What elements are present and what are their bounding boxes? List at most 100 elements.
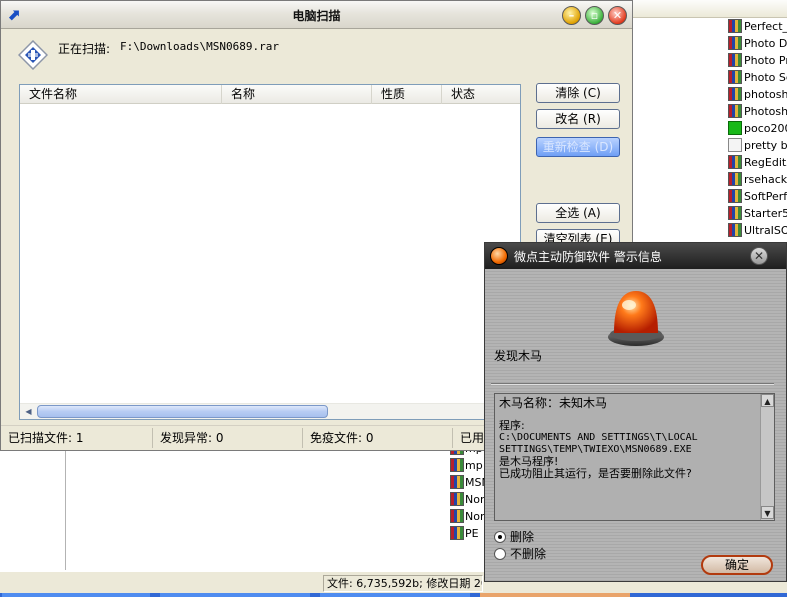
rename-button[interactable]: 改名 (R) xyxy=(536,109,620,129)
alert-details-content: 木马名称：未知木马 程序: C:\DOCUMENTS AND SETTINGS\… xyxy=(499,396,759,480)
column-header-status[interactable]: 状态 xyxy=(442,85,520,104)
alert-titlebar[interactable]: 微点主动防御软件 警示信息 ✕ xyxy=(485,243,786,269)
explorer-file-item[interactable]: photosho xyxy=(728,86,787,103)
winrar-archive-icon xyxy=(728,36,742,50)
winrar-archive-icon xyxy=(728,223,742,237)
alert-app-icon xyxy=(490,247,508,265)
taskbar-button[interactable] xyxy=(320,593,470,597)
explorer-file-item[interactable]: UltraISO xyxy=(728,222,787,239)
explorer-status-text: 文件: 6,735,592b; 修改日期 20 xyxy=(323,575,483,592)
trojan-name: 木马名称：未知木马 xyxy=(499,396,608,410)
explorer-file-name: Perfect_ xyxy=(744,20,787,33)
winrar-archive-icon xyxy=(450,458,464,472)
list-header: 文件名称 名称 性质 状态 xyxy=(20,85,520,104)
winrar-archive-icon xyxy=(728,172,742,186)
explorer-file-name: poco200 xyxy=(744,122,787,135)
explorer-file-name: pretty bo xyxy=(744,139,787,152)
scan-current-file: F:\Downloads\MSN0689.rar xyxy=(120,40,279,53)
winrar-archive-icon xyxy=(728,206,742,220)
close-button[interactable]: ✕ xyxy=(608,6,627,25)
radio-delete[interactable]: 删除 xyxy=(494,529,534,545)
found-trojan-label: 发现木马 xyxy=(494,349,543,363)
column-header-name[interactable]: 名称 xyxy=(222,85,372,104)
winrar-archive-icon xyxy=(728,189,742,203)
blocked-message: 已成功阻止其运行，是否要删除此文件? xyxy=(499,467,692,480)
document-icon xyxy=(728,138,742,152)
scroll-left-arrow-icon[interactable]: ◀ xyxy=(21,405,36,419)
taskbar-button-active[interactable] xyxy=(480,593,630,597)
taskbar-button[interactable] xyxy=(160,593,310,597)
winrar-archive-icon xyxy=(728,70,742,84)
explorer-file-name: UltraISO xyxy=(744,224,787,237)
explorer-file-item[interactable]: Perfect_ xyxy=(728,18,787,35)
winrar-archive-icon xyxy=(450,475,464,489)
explorer-file-name: Nor xyxy=(465,493,485,506)
radio-delete-label: 删除 xyxy=(510,530,535,544)
explorer-file-item[interactable]: Photosho xyxy=(728,103,787,120)
maximize-button[interactable]: ▫ xyxy=(585,6,604,25)
winrar-archive-icon xyxy=(728,87,742,101)
explorer-file-name: Photo Pr xyxy=(744,54,787,67)
scanned-files-count: 已扫描文件: 1 xyxy=(1,428,153,448)
divider xyxy=(491,383,774,385)
program-label: 程序: xyxy=(499,419,525,432)
radio-checked-icon[interactable] xyxy=(494,531,506,543)
alert-close-icon[interactable]: ✕ xyxy=(750,247,768,265)
green-app-icon xyxy=(728,121,742,135)
trojan-alert-dialog: 微点主动防御软件 警示信息 ✕ 发现木马 木马名称：未知木马 程序: C:\DO… xyxy=(484,242,787,582)
explorer-file-item[interactable]: Photo Sc xyxy=(728,69,787,86)
scan-status-label: 正在扫描: xyxy=(58,42,111,56)
explorer-file-name: Nor xyxy=(465,510,485,523)
explorer-file-item[interactable]: Photo DV xyxy=(728,35,787,52)
vertical-scrollbar[interactable]: ▲ ▼ xyxy=(760,394,774,520)
winrar-archive-icon xyxy=(728,53,742,67)
alert-title: 微点主动防御软件 警示信息 xyxy=(514,250,662,264)
alert-details-textbox[interactable]: 木马名称：未知木马 程序: C:\DOCUMENTS AND SETTINGS\… xyxy=(494,393,775,521)
scan-results-list[interactable]: 文件名称 名称 性质 状态 ◀ xyxy=(19,84,521,420)
explorer-file-item[interactable]: poco200 xyxy=(728,120,787,137)
winrar-archive-icon xyxy=(450,526,464,540)
scroll-down-arrow-icon[interactable]: ▼ xyxy=(761,506,774,519)
explorer-file-item[interactable]: RegEditX xyxy=(728,154,787,171)
horizontal-scrollbar[interactable]: ◀ xyxy=(20,403,520,419)
minimize-button[interactable]: – xyxy=(562,6,581,25)
explorer-file-name: Photosho xyxy=(744,105,787,118)
taskbar-button[interactable] xyxy=(2,593,150,597)
explorer-file-name: photosho xyxy=(744,88,787,101)
explorer-file-item[interactable]: SoftPerfe xyxy=(728,188,787,205)
select-all-button[interactable]: 全选 (A) xyxy=(536,203,620,223)
winrar-archive-icon xyxy=(728,155,742,169)
explorer-file-item[interactable]: Photo Pr xyxy=(728,52,787,69)
scan-diamond-icon xyxy=(18,40,48,70)
scrollbar-thumb[interactable] xyxy=(37,405,328,418)
winrar-archive-icon xyxy=(728,104,742,118)
explorer-folder-pane xyxy=(0,450,66,570)
immune-files-count: 免疫文件: 0 xyxy=(303,428,453,448)
explorer-file-item[interactable]: rsehacke xyxy=(728,171,787,188)
explorer-file-item[interactable]: pretty bo xyxy=(728,137,787,154)
program-path-line-1: C:\DOCUMENTS AND SETTINGS\T\LOCAL xyxy=(499,432,698,443)
radio-unchecked-icon[interactable] xyxy=(494,548,506,560)
explorer-file-list: Perfect_ Photo DV Photo Pr Photo Sc photosho… xyxy=(728,18,787,248)
radio-keep[interactable]: 不删除 xyxy=(494,546,546,562)
disabled-action-button: 重新检查 (D) xyxy=(536,137,620,157)
scanner-titlebar[interactable]: ⬈ 电脑扫描 – ▫ ✕ xyxy=(1,1,632,29)
explorer-file-item[interactable]: Starter5 xyxy=(728,205,787,222)
explorer-toolbar xyxy=(632,0,787,18)
column-header-type[interactable]: 性质 xyxy=(372,85,442,104)
explorer-file-name: Photo DV xyxy=(744,37,787,50)
winrar-archive-icon xyxy=(450,492,464,506)
clear-button[interactable]: 清除 (C) xyxy=(536,83,620,103)
ok-button[interactable]: 确定 xyxy=(701,555,773,575)
explorer-file-name: RegEditX xyxy=(744,156,787,169)
explorer-file-name: rsehacke xyxy=(744,173,787,186)
scroll-up-arrow-icon[interactable]: ▲ xyxy=(761,394,774,407)
column-header-filename[interactable]: 文件名称 xyxy=(20,85,222,104)
explorer-file-name: PE xyxy=(465,527,479,540)
winrar-archive-icon xyxy=(450,509,464,523)
window-title: 电脑扫描 xyxy=(292,9,341,23)
radio-keep-label: 不删除 xyxy=(510,547,547,561)
alarm-light-icon xyxy=(608,291,664,346)
explorer-file-name: SoftPerfe xyxy=(744,190,787,203)
explorer-file-name: Photo Sc xyxy=(744,71,787,84)
